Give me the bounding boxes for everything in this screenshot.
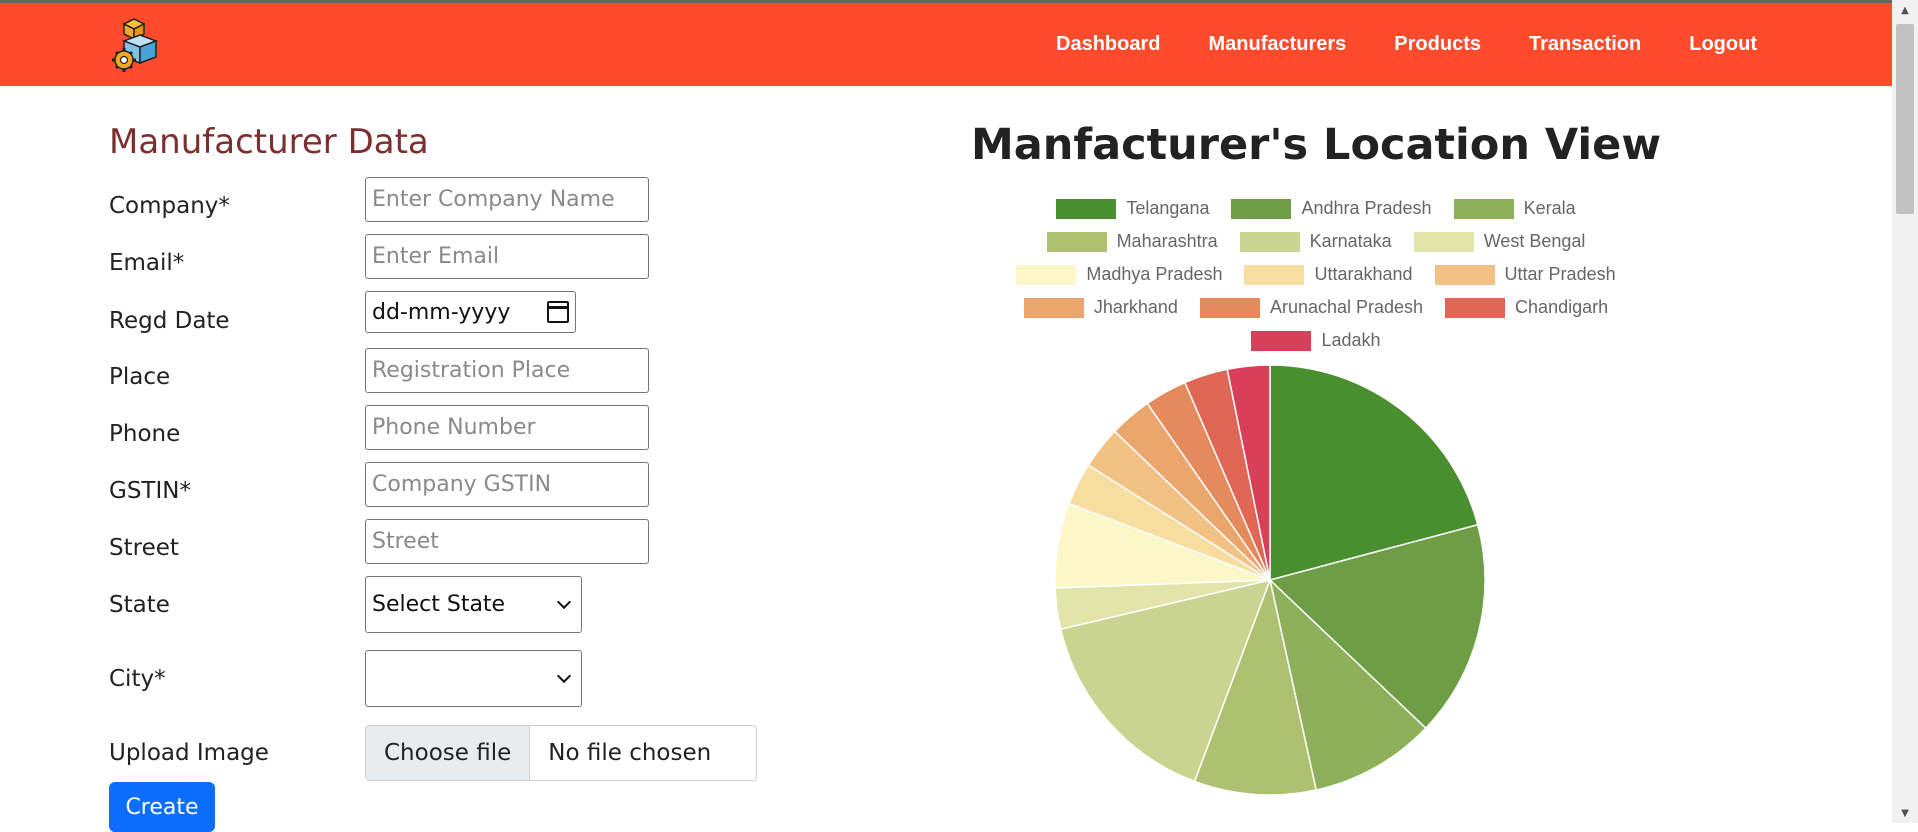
legend-item[interactable]: Telangana [1056, 198, 1209, 219]
nav-link-logout[interactable]: Logout [1689, 33, 1757, 56]
legend-item[interactable]: Chandigarh [1445, 297, 1608, 318]
legend-row: Ladakh [940, 324, 1692, 357]
legend-swatch [1453, 198, 1514, 219]
date-value: dd-mm-yyyy [372, 299, 511, 325]
legend-item[interactable]: Andhra Pradesh [1231, 198, 1432, 219]
legend-item[interactable]: Uttar Pradesh [1434, 264, 1616, 285]
choose-file-button[interactable]: Choose file [366, 726, 531, 780]
regd-date-label: Regd Date [109, 308, 230, 334]
legend-item[interactable]: Madhya Pradesh [1016, 264, 1222, 285]
calendar-icon[interactable] [547, 301, 569, 323]
legend-label: Telangana [1126, 198, 1210, 218]
legend-swatch [1244, 264, 1305, 285]
legend-row: Madhya Pradesh Uttarakhand Uttar Pradesh [940, 258, 1692, 291]
legend-swatch [1023, 297, 1084, 318]
legend-label: Kerala [1523, 198, 1576, 218]
top-navbar: Dashboard Manufacturers Products Transac… [0, 3, 1892, 86]
legend-item[interactable]: Kerala [1453, 198, 1576, 219]
nav-links: Dashboard Manufacturers Products Transac… [1056, 3, 1757, 86]
legend-row: Telangana Andhra Pradesh Kerala [940, 192, 1692, 225]
phone-input[interactable] [365, 405, 649, 450]
state-selected-value: Select State [372, 592, 506, 617]
legend-row: Jharkhand Arunachal Pradesh Chandigarh [940, 291, 1692, 324]
file-status: No file chosen [548, 740, 712, 766]
nav-link-manufacturers[interactable]: Manufacturers [1208, 33, 1346, 56]
regd-date-input[interactable]: dd-mm-yyyy [365, 291, 576, 333]
legend-label: West Bengal [1483, 231, 1586, 251]
legend-swatch [1413, 231, 1474, 252]
legend-swatch [1016, 264, 1077, 285]
file-input[interactable]: Choose file No file chosen [365, 725, 757, 781]
gstin-input[interactable] [365, 462, 649, 507]
legend-swatch [1434, 264, 1495, 285]
legend-item[interactable]: Karnataka [1239, 231, 1392, 252]
chevron-down-icon [556, 594, 572, 609]
legend-item[interactable]: Ladakh [1251, 330, 1381, 351]
legend-item[interactable]: West Bengal [1413, 231, 1586, 252]
company-label: Company* [109, 193, 230, 219]
legend-label: Chandigarh [1515, 297, 1609, 317]
legend-label: Uttarakhand [1314, 264, 1413, 284]
legend-swatch [1199, 297, 1260, 318]
legend-label: Arunachal Pradesh [1269, 297, 1424, 317]
form-title: Manufacturer Data [109, 122, 429, 162]
street-input[interactable] [365, 519, 649, 564]
nav-link-products[interactable]: Products [1394, 33, 1481, 56]
legend-swatch [1251, 330, 1312, 351]
legend-item[interactable]: Maharashtra [1046, 231, 1218, 252]
legend-label: Karnataka [1309, 231, 1392, 251]
legend-label: Andhra Pradesh [1301, 198, 1432, 218]
page-scrollbar[interactable]: ▲ ▼ [1892, 0, 1918, 823]
legend-item[interactable]: Arunachal Pradesh [1199, 297, 1424, 318]
legend-label: Maharashtra [1116, 231, 1218, 251]
state-label: State [109, 592, 170, 618]
create-button[interactable]: Create [109, 782, 215, 832]
city-select[interactable] [365, 650, 582, 707]
legend-swatch [1445, 297, 1506, 318]
street-label: Street [109, 535, 179, 561]
email-input[interactable] [365, 234, 649, 279]
scroll-down-icon[interactable]: ▼ [1892, 805, 1918, 823]
gstin-label: GSTIN* [109, 478, 191, 504]
chevron-down-icon [556, 668, 572, 683]
legend-swatch [1056, 198, 1117, 219]
legend-item[interactable]: Uttarakhand [1244, 264, 1413, 285]
state-select[interactable]: Select State [365, 576, 582, 633]
legend-label: Ladakh [1321, 330, 1381, 350]
legend-label: Uttar Pradesh [1504, 264, 1616, 284]
legend-swatch [1231, 198, 1292, 219]
upload-image-label: Upload Image [109, 740, 269, 766]
legend-item[interactable]: Jharkhand [1023, 297, 1178, 318]
legend-row: Maharashtra Karnataka West Bengal [940, 225, 1692, 258]
phone-label: Phone [109, 421, 181, 447]
place-input[interactable] [365, 348, 649, 393]
chart-legend: Telangana Andhra Pradesh Kerala Maharashtra… [940, 192, 1692, 357]
legend-label: Madhya Pradesh [1086, 264, 1223, 284]
pie-chart [1054, 364, 1486, 796]
legend-swatch [1239, 231, 1300, 252]
scroll-up-icon[interactable]: ▲ [1892, 2, 1918, 20]
nav-link-transaction[interactable]: Transaction [1529, 33, 1641, 56]
city-label: City* [109, 666, 166, 692]
nav-link-dashboard[interactable]: Dashboard [1056, 33, 1160, 56]
place-label: Place [109, 364, 171, 390]
legend-label: Jharkhand [1093, 297, 1178, 317]
legend-swatch [1046, 231, 1107, 252]
scrollbar-thumb[interactable] [1896, 24, 1914, 214]
boxes-gear-icon[interactable] [110, 15, 166, 73]
chart-title: Manfacturer's Location View [970, 120, 1662, 170]
company-input[interactable] [365, 177, 649, 222]
email-label: Email* [109, 250, 185, 276]
